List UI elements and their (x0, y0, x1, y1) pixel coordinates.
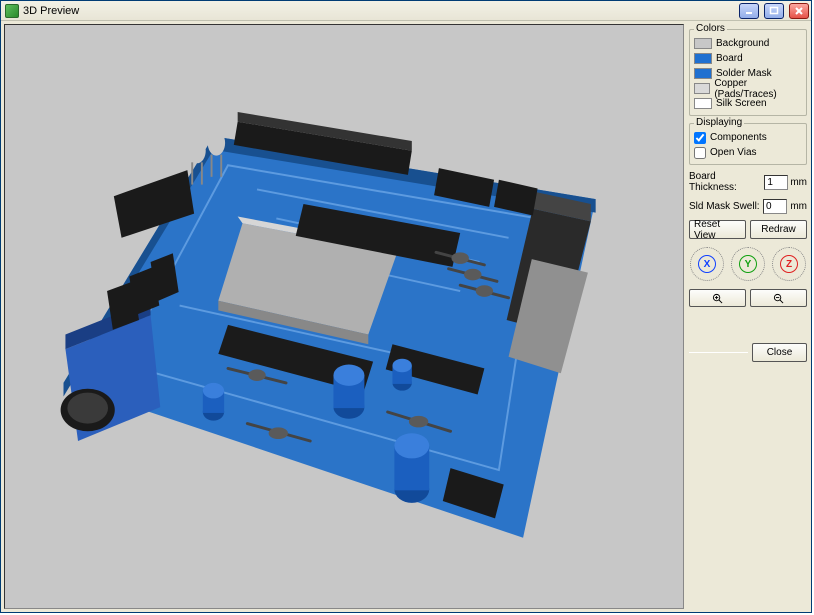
redraw-button[interactable]: Redraw (750, 220, 807, 239)
minimize-button[interactable] (739, 3, 759, 19)
maximize-button[interactable] (764, 3, 784, 19)
close-icon (794, 6, 804, 16)
reset-view-button[interactable]: Reset View (689, 220, 746, 239)
unit-mm: mm (790, 177, 807, 188)
color-label: Background (716, 38, 769, 49)
colors-legend: Colors (694, 23, 727, 34)
content: Colors Background Board Solder Mask Copp… (1, 21, 811, 612)
zoom-out-icon (773, 293, 784, 304)
zoom-in-button[interactable] (689, 289, 746, 307)
view-buttons: Reset View Redraw (689, 220, 807, 239)
open-vias-checkbox[interactable] (694, 147, 706, 159)
components-checkbox[interactable] (694, 132, 706, 144)
rotate-z-control[interactable]: Z (771, 246, 807, 282)
displaying-group: Displaying Components Open Vias (689, 123, 807, 165)
color-label: Silk Screen (716, 98, 767, 109)
sld-mask-swell-row: Sld Mask Swell: mm (689, 199, 807, 214)
sld-mask-swell-input[interactable] (763, 199, 787, 214)
displaying-legend: Displaying (694, 117, 744, 128)
close-window-button[interactable] (789, 3, 809, 19)
close-row: Close (689, 343, 807, 362)
board-thickness-input[interactable] (764, 175, 788, 190)
board-thickness-row: Board Thickness: mm (689, 171, 807, 193)
zoom-in-icon (712, 293, 723, 304)
swatch-background[interactable] (694, 38, 712, 49)
maximize-icon (769, 6, 779, 16)
pcb-rendering (39, 83, 649, 538)
rotate-y-control[interactable]: Y (730, 246, 766, 282)
components-check-row: Components (694, 130, 802, 145)
rotation-controls: X Y Z (689, 246, 807, 282)
color-row-board: Board (694, 51, 802, 66)
window-title: 3D Preview (23, 5, 79, 17)
swatch-board[interactable] (694, 53, 712, 64)
titlebar: 3D Preview (1, 1, 811, 21)
color-label: Copper (Pads/Traces) (714, 78, 802, 100)
rotate-x-control[interactable]: X (689, 246, 725, 282)
color-label: Board (716, 53, 743, 64)
unit-mm: mm (790, 201, 807, 212)
viewport-3d[interactable] (4, 24, 684, 609)
sidebar: Colors Background Board Solder Mask Copp… (688, 24, 808, 609)
open-vias-label: Open Vias (710, 147, 757, 158)
openvias-check-row: Open Vias (694, 145, 802, 160)
color-row-copper: Copper (Pads/Traces) (694, 81, 802, 96)
swatch-silkscreen[interactable] (694, 98, 712, 109)
colors-group: Colors Background Board Solder Mask Copp… (689, 29, 807, 116)
sld-mask-swell-label: Sld Mask Swell: (689, 201, 760, 212)
app-icon (5, 4, 19, 18)
swatch-copper[interactable] (694, 83, 710, 94)
color-row-background: Background (694, 36, 802, 51)
minimize-icon (744, 6, 754, 16)
zoom-controls (689, 289, 807, 307)
components-label: Components (710, 132, 767, 143)
swatch-soldermask[interactable] (694, 68, 712, 79)
zoom-out-button[interactable] (750, 289, 807, 307)
app-window: 3D Preview (0, 0, 812, 613)
close-button[interactable]: Close (752, 343, 807, 362)
separator-line (689, 352, 748, 353)
board-thickness-label: Board Thickness: (689, 171, 762, 193)
